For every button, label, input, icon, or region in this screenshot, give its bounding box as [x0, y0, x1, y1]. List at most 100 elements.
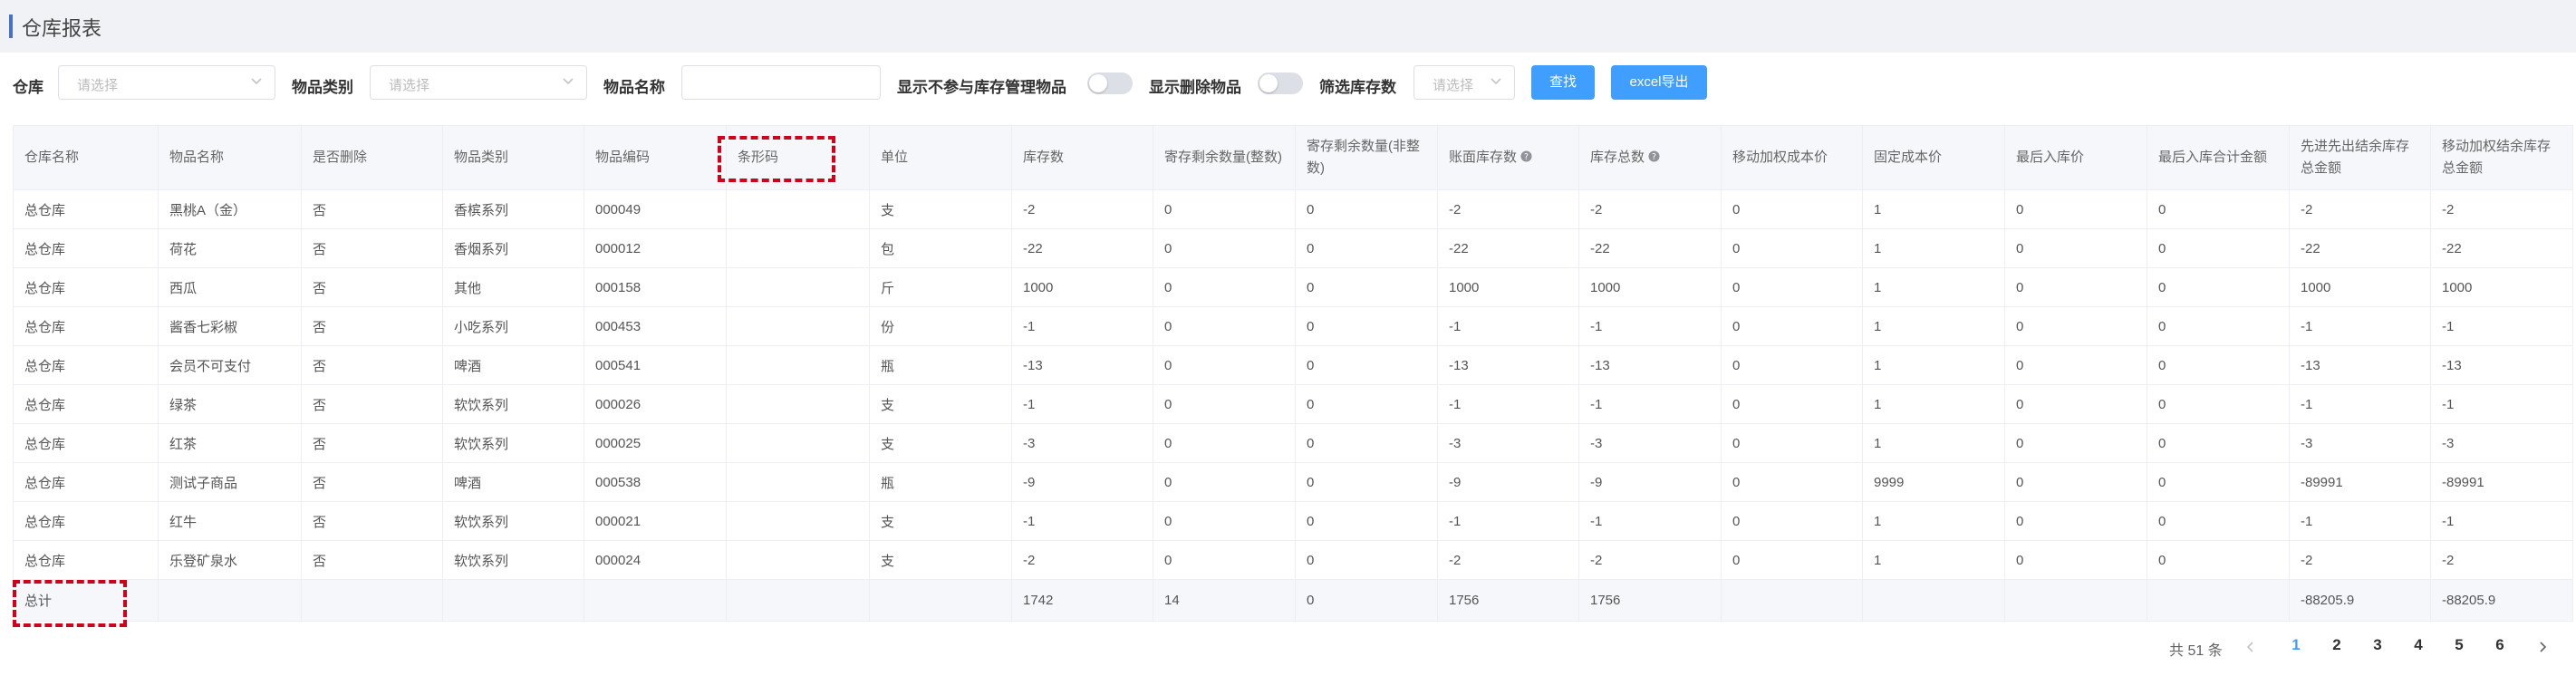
cell-warehouse-name: 总仓库: [13, 423, 159, 463]
table-row[interactable]: 总仓库 乐登矿泉水否软饮系列 000024 支 -2 0 0 -2 -2 0 1 0 0 -2 -2: [13, 540, 2573, 580]
header-weighted-total: 移动加权结余库存总金额: [2430, 125, 2573, 190]
next-page-icon[interactable]: [2535, 640, 2550, 654]
cell-unit: 支: [869, 189, 1012, 229]
cell-item-category: 香槟系列: [442, 189, 584, 229]
item-name-input[interactable]: [681, 65, 881, 100]
toggle-knob: [1259, 74, 1278, 92]
cell-is-deleted: 否: [301, 384, 443, 424]
cell-stock-qty: -2: [1011, 540, 1153, 580]
cell-weighted-total: -88205.9: [2430, 579, 2573, 622]
page-4[interactable]: 4: [2409, 636, 2427, 654]
pagination-total: 共 51 条: [2169, 643, 2223, 659]
header-deposit-int: 寄存剩余数量(整数): [1153, 125, 1296, 190]
cell-stock-qty: -13: [1011, 345, 1153, 385]
cell-warehouse-name: 总仓库: [13, 189, 159, 229]
stock-filter-select[interactable]: 请选择: [1413, 65, 1515, 100]
cell-last-in-total: 0: [2147, 540, 2290, 580]
cell-warehouse-name: 总仓库: [13, 384, 159, 424]
cell-weighted-cost: 0: [1721, 228, 1863, 268]
cell-stock-total: -2: [1578, 540, 1722, 580]
page-2[interactable]: 2: [2328, 636, 2346, 654]
stock-filter-label: 筛选库存数: [1319, 79, 1396, 96]
cell-stock-total: 1000: [1578, 267, 1722, 307]
cell-last-in-price: [2004, 579, 2147, 622]
cell-stock-total: -13: [1578, 345, 1722, 385]
cell-fixed-cost: 9999: [1862, 462, 2005, 502]
cell-fixed-cost: 1: [1862, 501, 2005, 541]
cell-is-deleted: 否: [301, 540, 443, 580]
cell-last-in-price: 0: [2004, 462, 2147, 502]
cell-unit: 份: [869, 306, 1012, 346]
cell-fifo-total: -2: [2289, 540, 2431, 580]
cell-weighted-cost: 0: [1721, 306, 1863, 346]
header-stock-qty: 库存数: [1011, 125, 1153, 190]
cell-book-stock: 1000: [1437, 267, 1579, 307]
search-button[interactable]: 查找: [1531, 65, 1595, 100]
table-row[interactable]: 总仓库 荷花否香烟系列 000012 包 -22 0 0 -22 -22 0 1 0 0 -22 -22: [13, 228, 2573, 268]
cell-is-deleted: 否: [301, 423, 443, 463]
report-panel: 仓库 请选择 物品类别 请选择 物品名称 显示不参与库存管理物品 显示删除物品 …: [0, 53, 2576, 676]
category-select[interactable]: 请选择: [370, 65, 587, 100]
cell-deposit-int: 0: [1153, 384, 1296, 424]
cell-deposit-int: 0: [1153, 501, 1296, 541]
table-row[interactable]: 总仓库 酱香七彩椒否小吃系列 000453 份 -1 0 0 -1 -1 0 1 0 0 -1 -1: [13, 306, 2573, 346]
cell-deposit-int: 0: [1153, 345, 1296, 385]
show-unmanaged-toggle[interactable]: [1087, 72, 1133, 94]
prev-page-icon[interactable]: [2243, 640, 2258, 654]
cell-item-code: [584, 579, 727, 622]
category-select-placeholder: 请选择: [389, 78, 430, 93]
header-item-category: 物品类别: [442, 125, 584, 190]
summary-row[interactable]: 总计 1742 14 0 1756 1756 -88205.9 -88205.9: [13, 579, 2573, 622]
table-row[interactable]: 总仓库 黑桃A（金）否香槟系列 000049 支 -2 0 0 -2 -2 0 1 0 0 -2 -2: [13, 189, 2573, 229]
cell-item-name: 会员不可支付: [158, 345, 302, 385]
cell-last-in-price: 0: [2004, 501, 2147, 541]
cell-last-in-price: 0: [2004, 384, 2147, 424]
help-icon[interactable]: ?: [1648, 150, 1660, 162]
cell-stock-total: -22: [1578, 228, 1722, 268]
cell-unit: 支: [869, 540, 1012, 580]
warehouse-select[interactable]: 请选择: [58, 65, 275, 100]
cell-fifo-total: -3: [2289, 423, 2431, 463]
show-deleted-label: 显示删除物品: [1149, 79, 1241, 96]
cell-deposit-nonint: 0: [1295, 579, 1438, 622]
cell-weighted-total: -1: [2430, 306, 2573, 346]
cell-item-name: 乐登矿泉水: [158, 540, 302, 580]
cell-item-name: 荷花: [158, 228, 302, 268]
cell-item-code: 000025: [584, 423, 727, 463]
excel-export-button[interactable]: excel导出: [1611, 65, 1707, 100]
show-deleted-toggle[interactable]: [1258, 72, 1303, 94]
cell-book-stock: -3: [1437, 423, 1579, 463]
cell-weighted-cost: [1721, 579, 1863, 622]
cell-fixed-cost: 1: [1862, 384, 2005, 424]
table-row[interactable]: 总仓库 西瓜否其他 000158 斤 1000 0 0 1000 1000 0 1 0 0 1000 100…: [13, 267, 2573, 307]
cell-fifo-total: -1: [2289, 306, 2431, 346]
header-item-name: 物品名称: [158, 125, 302, 190]
cell-stock-qty: 1742: [1011, 579, 1153, 622]
table-row[interactable]: 总仓库 红牛否软饮系列 000021 支 -1 0 0 -1 -1 0 1 0 0 -1 -1: [13, 501, 2573, 541]
cell-fixed-cost: 1: [1862, 228, 2005, 268]
page-3[interactable]: 3: [2369, 636, 2387, 654]
table-row[interactable]: 总仓库 红茶否软饮系列 000025 支 -3 0 0 -3 -3 0 1 0 0 -3 -3: [13, 423, 2573, 463]
help-icon[interactable]: ?: [1520, 150, 1532, 162]
cell-last-in-price: 0: [2004, 345, 2147, 385]
cell-barcode: [726, 345, 870, 385]
cell-fifo-total: -22: [2289, 228, 2431, 268]
table-row[interactable]: 总仓库 会员不可支付否啤酒 000541 瓶 -13 0 0 -13 -13 0 1 0 0 -13 -13: [13, 345, 2573, 385]
cell-weighted-total: -2: [2430, 189, 2573, 229]
page-1[interactable]: 1: [2287, 636, 2305, 654]
cell-book-stock: 1756: [1437, 579, 1579, 622]
page-6[interactable]: 6: [2491, 636, 2509, 654]
cell-item-category: 啤酒: [442, 462, 584, 502]
cell-warehouse-name: 总仓库: [13, 267, 159, 307]
cell-item-category: 香烟系列: [442, 228, 584, 268]
cell-deposit-nonint: 0: [1295, 306, 1438, 346]
page-5[interactable]: 5: [2450, 636, 2468, 654]
cell-last-in-price: 0: [2004, 540, 2147, 580]
cell-fifo-total: -89991: [2289, 462, 2431, 502]
cell-weighted-cost: 0: [1721, 540, 1863, 580]
table-row[interactable]: 总仓库 绿茶否软饮系列 000026 支 -1 0 0 -1 -1 0 1 0 0 -1 -1: [13, 384, 2573, 424]
cell-stock-total: -1: [1578, 501, 1722, 541]
cell-fifo-total: -1: [2289, 501, 2431, 541]
table-row[interactable]: 总仓库 测试子商品否啤酒 000538 瓶 -9 0 0 -9 -9 0 9999 0 0 -89991-…: [13, 462, 2573, 502]
cell-weighted-cost: 0: [1721, 384, 1863, 424]
